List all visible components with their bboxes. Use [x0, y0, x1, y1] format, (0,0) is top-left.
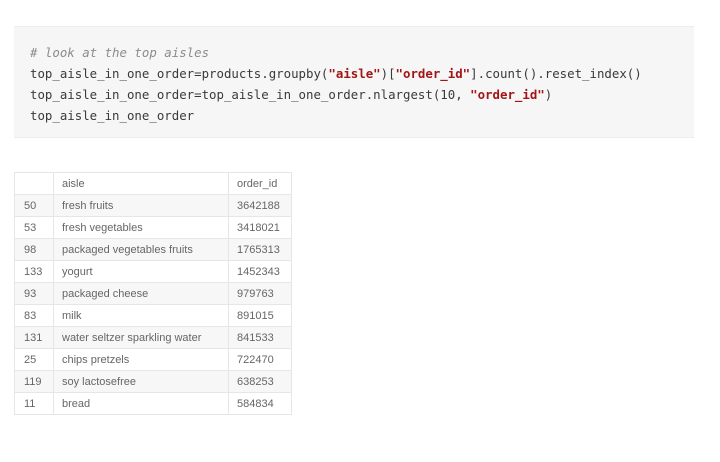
code-line-groupby: top_aisle_in_one_order=products.groupby(…: [30, 63, 694, 84]
cell-order-id: 841533: [228, 326, 292, 349]
dataframe-output-table: aisle order_id 50 fresh fruits 3642188 5…: [14, 172, 292, 415]
row-index: 83: [14, 304, 54, 327]
row-index: 25: [14, 348, 54, 371]
row-index: 53: [14, 216, 54, 239]
code-text: ): [544, 87, 553, 102]
cell-order-id: 1765313: [228, 238, 292, 261]
table-row: 93 packaged cheese 979763: [14, 282, 292, 305]
code-comment-line: # look at the top aisles: [30, 45, 210, 60]
cell-aisle: fresh fruits: [53, 194, 229, 217]
code-text: top_aisle_in_one_order=products.groupby(: [30, 66, 329, 81]
table-row: 119 soy lactosefree 638253: [14, 370, 292, 393]
cell-aisle: bread: [53, 392, 229, 415]
code-cell[interactable]: # look at the top aisles top_aisle_in_one…: [14, 26, 694, 138]
code-string: "order_id": [470, 87, 545, 102]
cell-aisle: soy lactosefree: [53, 370, 229, 393]
cell-order-id: 891015: [228, 304, 292, 327]
row-index: 11: [14, 392, 54, 415]
cell-aisle: packaged vegetables fruits: [53, 238, 229, 261]
table-header-row: aisle order_id: [14, 172, 292, 195]
cell-order-id: 3418021: [228, 216, 292, 239]
cell-order-id: 979763: [228, 282, 292, 305]
cell-order-id: 3642188: [228, 194, 292, 217]
table-row: 83 milk 891015: [14, 304, 292, 327]
index-header: [14, 172, 54, 195]
code-string: "order_id": [395, 66, 471, 81]
cell-aisle: packaged cheese: [53, 282, 229, 305]
column-header-aisle: aisle: [53, 172, 229, 195]
row-index: 50: [14, 194, 54, 217]
cell-aisle: water seltzer sparkling water: [53, 326, 229, 349]
row-index: 133: [14, 260, 54, 283]
table-row: 50 fresh fruits 3642188: [14, 194, 292, 217]
table-row: 53 fresh vegetables 3418021: [14, 216, 292, 239]
table-row: 98 packaged vegetables fruits 1765313: [14, 238, 292, 261]
code-text: top_aisle_in_one_order=top_aisle_in_one_…: [30, 87, 471, 102]
code-string: "aisle": [328, 66, 381, 81]
table-row: 11 bread 584834: [14, 392, 292, 415]
cell-aisle: milk: [53, 304, 229, 327]
cell-aisle: chips pretzels: [53, 348, 229, 371]
cell-order-id: 722470: [228, 348, 292, 371]
cell-aisle: fresh vegetables: [53, 216, 229, 239]
code-line-nlargest: top_aisle_in_one_order=top_aisle_in_one_…: [30, 84, 694, 105]
cell-order-id: 638253: [228, 370, 292, 393]
code-text: ].count().reset_index(): [470, 66, 642, 81]
row-index: 98: [14, 238, 54, 261]
cell-order-id: 584834: [228, 392, 292, 415]
row-index: 131: [14, 326, 54, 349]
code-line-output-var: top_aisle_in_one_order: [30, 108, 195, 123]
cell-order-id: 1452343: [228, 260, 292, 283]
row-index: 119: [14, 370, 54, 393]
row-index: 93: [14, 282, 54, 305]
table-row: 131 water seltzer sparkling water 841533: [14, 326, 292, 349]
table-row: 25 chips pretzels 722470: [14, 348, 292, 371]
table-row: 133 yogurt 1452343: [14, 260, 292, 283]
cell-aisle: yogurt: [53, 260, 229, 283]
column-header-order-id: order_id: [228, 172, 292, 195]
code-text: )[: [380, 66, 396, 81]
